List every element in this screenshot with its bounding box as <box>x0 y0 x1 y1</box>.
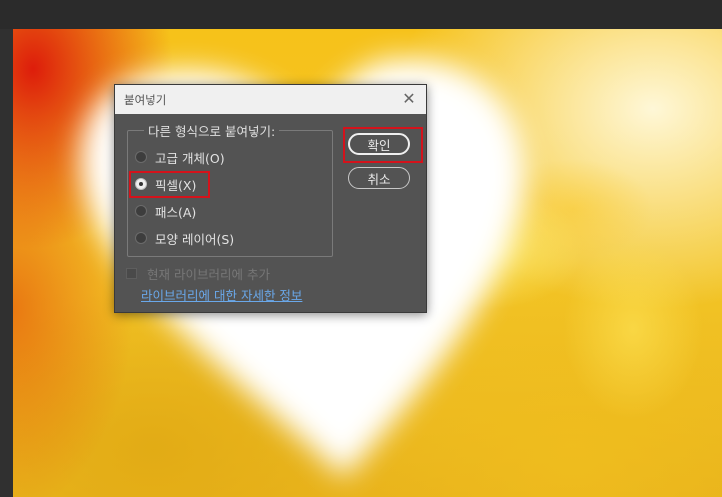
highlight-pixels-option <box>129 171 210 198</box>
library-info-link[interactable]: 라이브러리에 대한 자세한 정보 <box>141 285 302 304</box>
top-bar <box>0 0 722 29</box>
radio-path[interactable] <box>135 205 147 217</box>
option-label: 고급 개체(O) <box>155 150 225 166</box>
group-label: 다른 형식으로 붙여넣기: <box>144 121 280 140</box>
option-path[interactable]: 패스(A) <box>135 201 196 221</box>
left-panel-strip <box>0 29 13 497</box>
add-to-library-label: 현재 라이브러리에 추가 <box>147 267 270 282</box>
radio-smart-object[interactable] <box>135 151 147 163</box>
close-icon[interactable]: ✕ <box>400 90 418 108</box>
paste-dialog: 붙여넣기 ✕ 다른 형식으로 붙여넣기: 고급 개체(O) 픽셀(X) 패스(A… <box>114 84 427 313</box>
add-to-library-row[interactable]: 현재 라이브러리에 추가 <box>126 264 270 283</box>
cancel-button[interactable]: 취소 <box>348 167 410 189</box>
option-shape-layer[interactable]: 모양 레이어(S) <box>135 228 234 248</box>
option-label: 모양 레이어(S) <box>155 231 235 247</box>
radio-shape-layer[interactable] <box>135 232 147 244</box>
dialog-titlebar[interactable]: 붙여넣기 ✕ <box>115 85 426 114</box>
option-smart-object[interactable]: 고급 개체(O) <box>135 147 225 167</box>
option-label: 패스(A) <box>155 204 197 220</box>
dialog-title: 붙여넣기 <box>124 93 167 107</box>
add-to-library-checkbox[interactable] <box>126 268 137 279</box>
highlight-ok-button <box>343 127 423 163</box>
